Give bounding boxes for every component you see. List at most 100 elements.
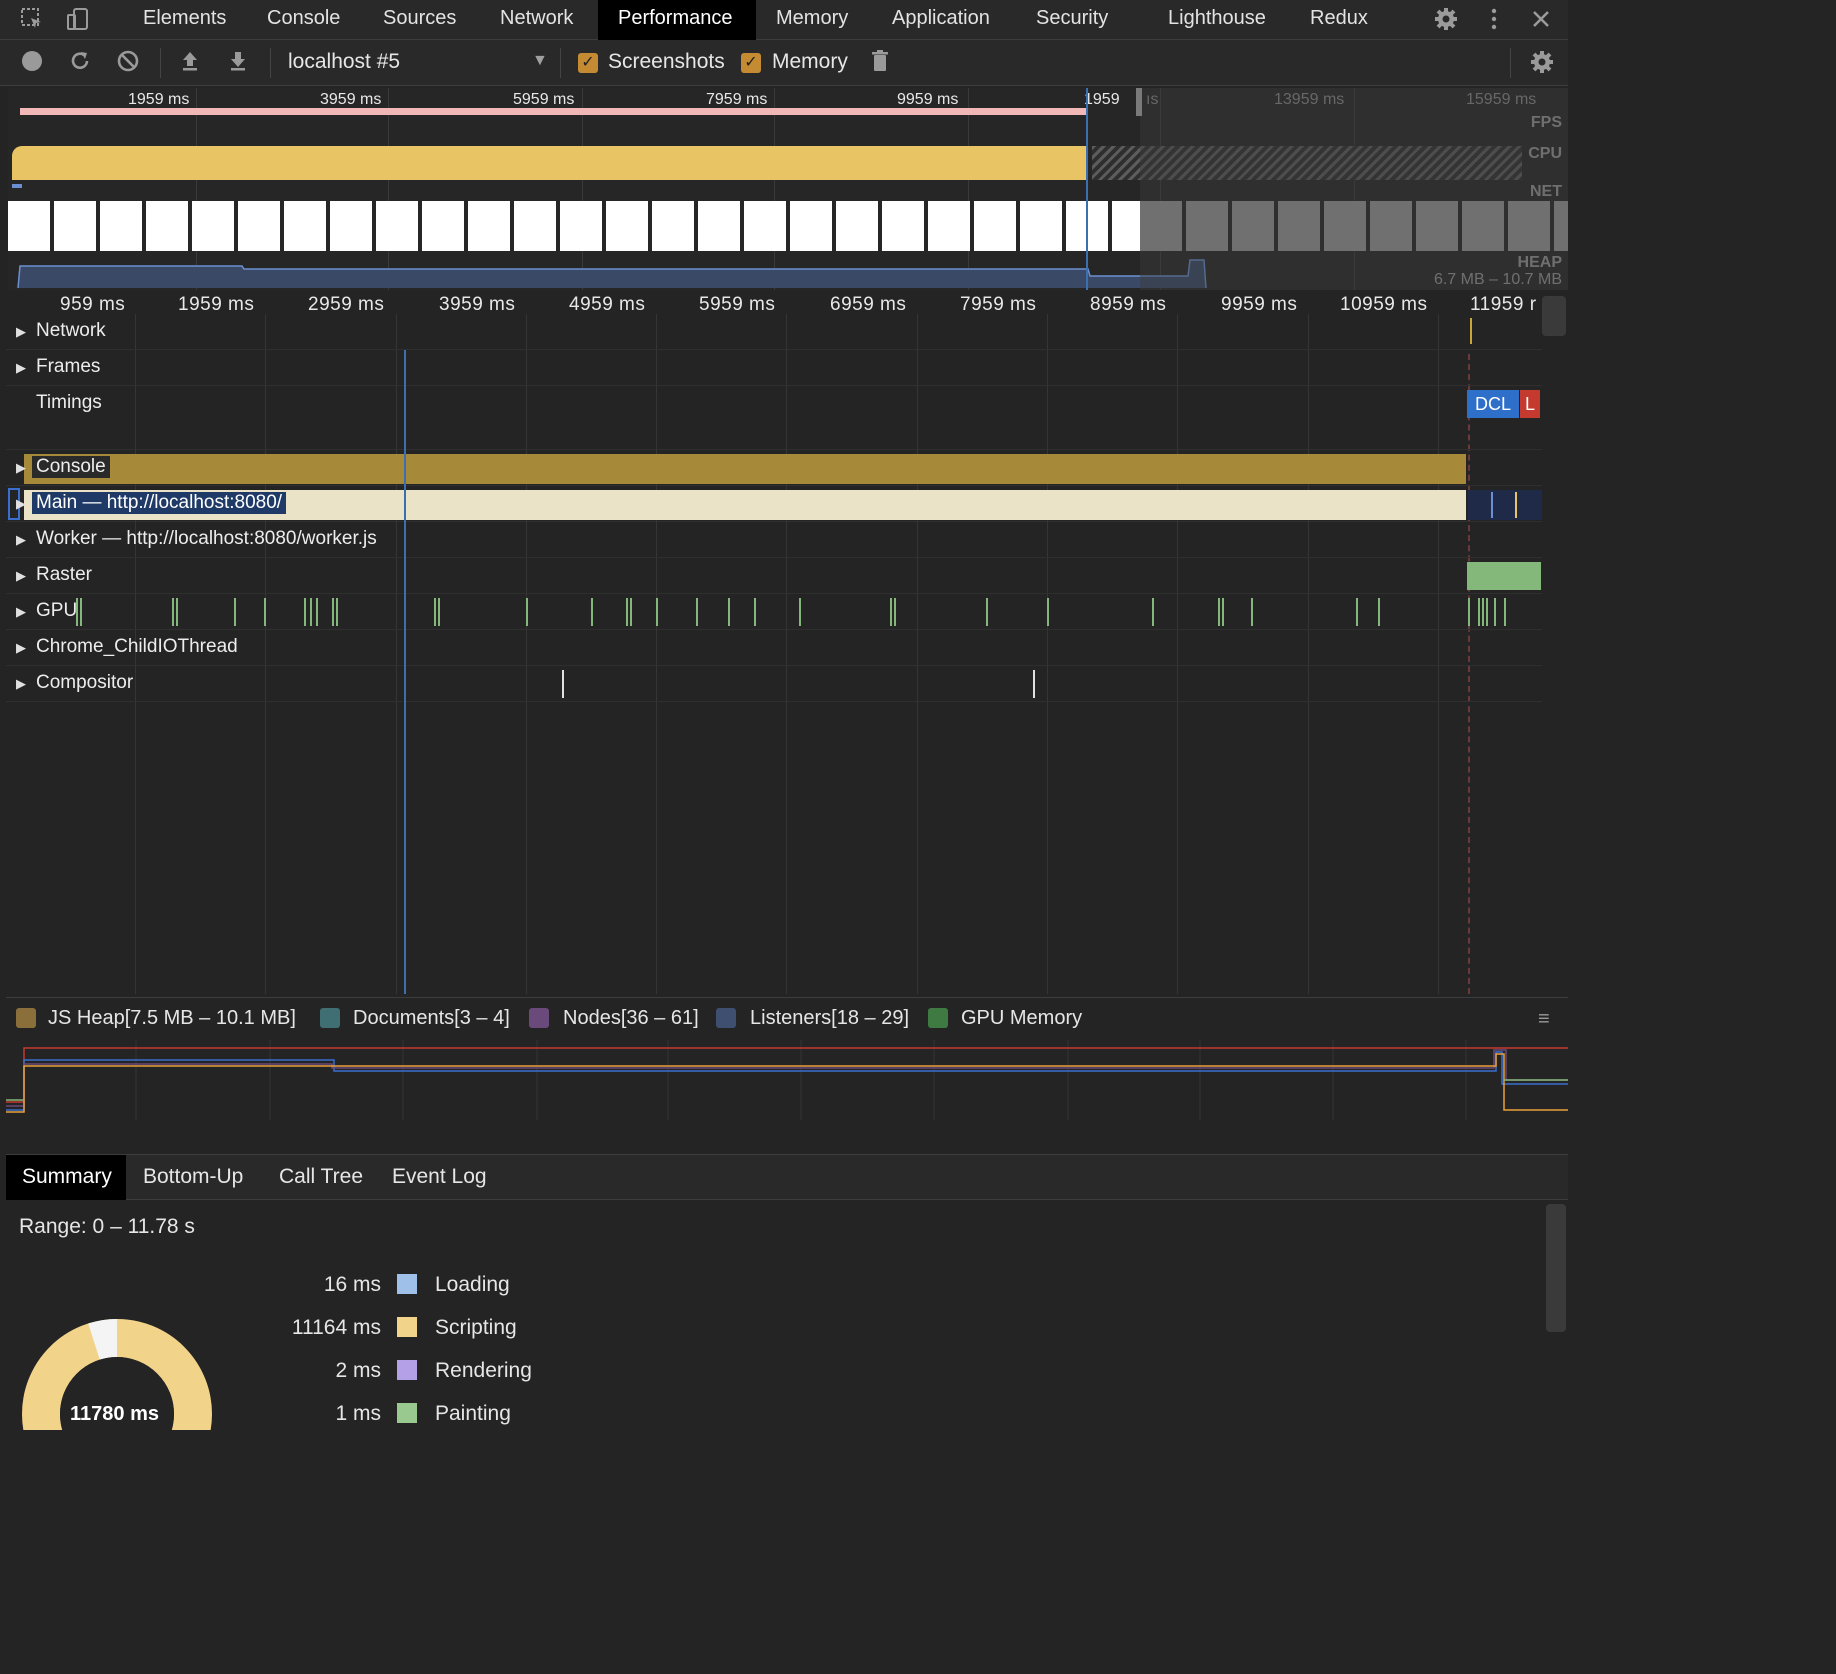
gpu-task[interactable] (316, 598, 318, 626)
tab-performance[interactable]: Performance (598, 0, 756, 40)
tab-console[interactable]: Console (247, 0, 360, 40)
overview-selection-handle[interactable] (1136, 88, 1142, 116)
gpu-task[interactable] (1152, 598, 1154, 626)
expand-triangle-icon[interactable]: ▶ (16, 640, 26, 656)
track-console[interactable]: ▶ Console (6, 450, 1542, 486)
gpu-task[interactable] (234, 598, 236, 626)
expand-triangle-icon[interactable]: ▶ (16, 360, 26, 376)
expand-triangle-icon[interactable]: ▶ (16, 604, 26, 620)
gpu-task[interactable] (591, 598, 593, 626)
gpu-memory-checkbox[interactable] (928, 1008, 948, 1028)
gpu-task[interactable] (1504, 598, 1506, 626)
capture-settings-gear-icon[interactable] (1528, 49, 1556, 77)
screenshots-checkbox[interactable]: ✓ (578, 53, 598, 73)
gpu-task[interactable] (1251, 598, 1253, 626)
tab-security[interactable]: Security (1016, 0, 1128, 40)
gpu-task[interactable] (1468, 598, 1470, 626)
record-icon[interactable] (18, 49, 46, 77)
tab-elements[interactable]: Elements (123, 0, 246, 40)
gpu-task[interactable] (1494, 598, 1496, 626)
timeline-overview[interactable]: 1959 ms 3959 ms 5959 ms 7959 ms 9959 ms … (8, 88, 1568, 290)
gpu-task[interactable] (630, 598, 632, 626)
tab-network[interactable]: Network (480, 0, 593, 40)
summary-scrollbar[interactable] (1546, 1204, 1566, 1332)
reload-record-icon[interactable] (66, 49, 94, 77)
gpu-task[interactable] (434, 598, 436, 626)
close-devtools-icon[interactable] (1527, 6, 1555, 34)
gpu-task[interactable] (1482, 598, 1484, 626)
compositor-task[interactable] (562, 670, 564, 698)
gpu-task[interactable] (626, 598, 628, 626)
chevron-down-icon[interactable]: ▼ (532, 52, 548, 70)
tab-call-tree[interactable]: Call Tree (263, 1155, 379, 1200)
gpu-task[interactable] (894, 598, 896, 626)
tab-bottom-up[interactable]: Bottom-Up (127, 1155, 259, 1200)
upload-profile-icon[interactable] (176, 49, 204, 77)
track-gpu[interactable]: ▶ GPU (6, 594, 1542, 630)
more-options-icon[interactable] (1480, 6, 1508, 34)
gpu-task[interactable] (1478, 598, 1480, 626)
tab-redux[interactable]: Redux (1290, 0, 1388, 40)
track-timings[interactable]: Timings DCL L (6, 386, 1542, 450)
inspect-element-icon[interactable] (18, 6, 46, 34)
dcl-marker[interactable]: DCL (1467, 390, 1519, 418)
expand-triangle-icon[interactable]: ▶ (16, 460, 26, 476)
track-compositor[interactable]: ▶ Compositor (6, 666, 1542, 702)
tab-application[interactable]: Application (872, 0, 1010, 40)
load-marker[interactable]: L (1520, 390, 1540, 418)
gpu-task[interactable] (332, 598, 334, 626)
expand-triangle-icon[interactable]: ▶ (16, 568, 26, 584)
raster-task[interactable] (1467, 562, 1541, 590)
gpu-task[interactable] (172, 598, 174, 626)
gpu-task[interactable] (176, 598, 178, 626)
console-time-bar[interactable] (24, 454, 1466, 484)
settings-gear-icon[interactable] (1432, 6, 1460, 34)
flame-chart-tracks[interactable]: ▶ Network ▶ Frames Timings DCL L ▶ Conso… (6, 314, 1542, 994)
expand-triangle-icon[interactable]: ▶ (16, 676, 26, 692)
tab-lighthouse[interactable]: Lighthouse (1148, 0, 1286, 40)
tab-sources[interactable]: Sources (363, 0, 476, 40)
track-frames[interactable]: ▶ Frames (6, 350, 1542, 386)
gpu-task[interactable] (1047, 598, 1049, 626)
gpu-task[interactable] (1218, 598, 1220, 626)
gpu-task[interactable] (799, 598, 801, 626)
track-worker[interactable]: ▶ Worker — http://localhost:8080/worker.… (6, 522, 1542, 558)
gpu-task[interactable] (304, 598, 306, 626)
gpu-task[interactable] (754, 598, 756, 626)
gpu-task[interactable] (890, 598, 892, 626)
tab-memory[interactable]: Memory (756, 0, 868, 40)
documents-checkbox[interactable] (320, 1008, 340, 1028)
gpu-task[interactable] (1486, 598, 1488, 626)
compositor-task[interactable] (1033, 670, 1035, 698)
clear-icon[interactable] (114, 49, 142, 77)
device-toolbar-icon[interactable] (64, 6, 92, 34)
track-chrome-childiothread[interactable]: ▶ Chrome_ChildIOThread (6, 630, 1542, 666)
expand-triangle-icon[interactable]: ▶ (16, 324, 26, 340)
garbage-collect-icon[interactable] (866, 49, 894, 77)
nodes-checkbox[interactable] (529, 1008, 549, 1028)
gpu-task[interactable] (1378, 598, 1380, 626)
gpu-task[interactable] (526, 598, 528, 626)
tab-summary[interactable]: Summary (6, 1155, 126, 1200)
tracks-scrollbar[interactable] (1542, 296, 1566, 336)
gpu-task[interactable] (656, 598, 658, 626)
menu-icon[interactable]: ≡ (1538, 1008, 1556, 1031)
profile-select[interactable]: localhost #5 (288, 50, 400, 74)
gpu-task[interactable] (986, 598, 988, 626)
download-profile-icon[interactable] (224, 49, 252, 77)
gpu-task[interactable] (310, 598, 312, 626)
track-network[interactable]: ▶ Network (6, 314, 1542, 350)
expand-triangle-icon[interactable]: ▶ (16, 496, 26, 512)
js-heap-checkbox[interactable] (16, 1008, 36, 1028)
tab-event-log[interactable]: Event Log (376, 1155, 503, 1200)
screenshot-filmstrip[interactable] (8, 201, 1140, 251)
track-main[interactable]: ▶ Main — http://localhost:8080/ (6, 486, 1542, 522)
listeners-checkbox[interactable] (716, 1008, 736, 1028)
gpu-task[interactable] (438, 598, 440, 626)
gpu-task[interactable] (1222, 598, 1224, 626)
main-tail-tasks[interactable] (1468, 490, 1542, 520)
gpu-task[interactable] (1356, 598, 1358, 626)
gpu-task[interactable] (336, 598, 338, 626)
gpu-task[interactable] (696, 598, 698, 626)
expand-triangle-icon[interactable]: ▶ (16, 532, 26, 548)
